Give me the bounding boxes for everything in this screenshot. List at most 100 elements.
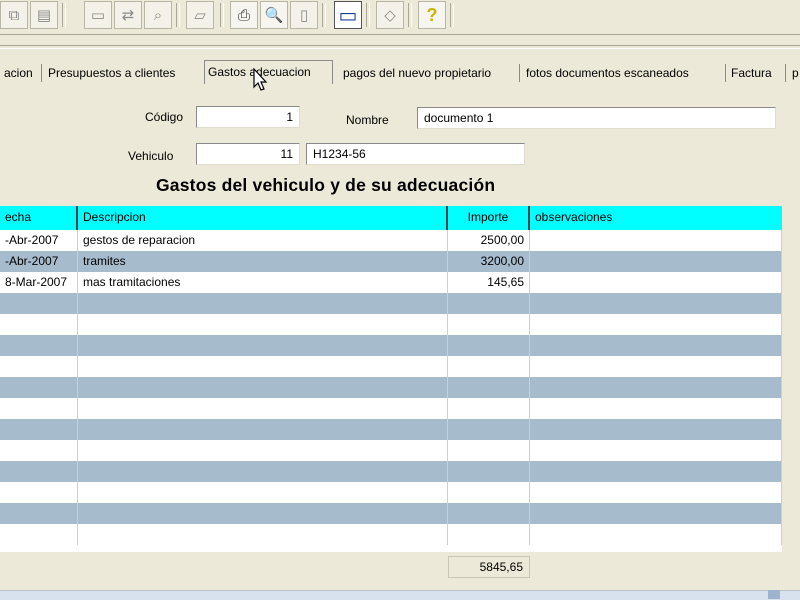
descripcion-cell[interactable] [78,377,448,398]
importe-cell[interactable] [448,482,530,503]
descripcion-cell[interactable] [78,419,448,440]
importe-column-header[interactable]: Importe [448,206,530,230]
observaciones-cell[interactable] [530,398,782,419]
vehiculo-id-field[interactable]: 11 [196,143,300,165]
descripcion-cell[interactable] [78,314,448,335]
print-button[interactable]: ⎙ [230,1,258,29]
observaciones-column-header[interactable]: observaciones [530,206,782,230]
observaciones-cell[interactable] [530,482,782,503]
table-row[interactable] [0,482,782,503]
fecha-cell[interactable]: -Abr-2007 [0,251,78,272]
observaciones-cell[interactable] [530,293,782,314]
observaciones-cell[interactable] [530,356,782,377]
observaciones-cell[interactable] [530,335,782,356]
help-button[interactable]: ? [418,1,446,29]
tab-5[interactable]: Factura [727,62,783,84]
descripcion-cell[interactable] [78,524,448,545]
importe-cell[interactable]: 3200,00 [448,251,530,272]
descripcion-cell[interactable] [78,293,448,314]
descripcion-cell[interactable] [78,461,448,482]
stamp-button[interactable]: ▱ [186,1,214,29]
observaciones-cell[interactable] [530,461,782,482]
table-row[interactable] [0,524,782,545]
search-button[interactable]: ⌕ [144,1,172,29]
table-row[interactable] [0,503,782,524]
descripcion-cell[interactable]: mas tramitaciones [78,272,448,293]
importe-cell[interactable]: 145,65 [448,272,530,293]
fecha-cell[interactable]: 8-Mar-2007 [0,272,78,293]
table-row[interactable] [0,293,782,314]
fecha-cell[interactable] [0,314,78,335]
nombre-field[interactable]: documento 1 [417,107,776,129]
descripcion-cell[interactable] [78,503,448,524]
table-row[interactable] [0,356,782,377]
descripcion-cell[interactable] [78,335,448,356]
observaciones-cell[interactable] [530,440,782,461]
fecha-cell[interactable] [0,461,78,482]
table-row[interactable]: -Abr-2007 gestos de reparacion 2500,00 [0,230,782,251]
importe-cell[interactable] [448,335,530,356]
table-row[interactable] [0,461,782,482]
fecha-cell[interactable] [0,335,78,356]
fecha-cell[interactable] [0,356,78,377]
table-row[interactable]: 8-Mar-2007 mas tramitaciones 145,65 [0,272,782,293]
fecha-cell[interactable]: -Abr-2007 [0,230,78,251]
codigo-field[interactable]: 1 [196,106,300,128]
table-row[interactable] [0,440,782,461]
paste-button[interactable]: ▤ [30,1,58,29]
scroll-right-arrow-icon[interactable] [768,590,780,599]
importe-cell[interactable]: 2500,00 [448,230,530,251]
fecha-cell[interactable] [0,440,78,461]
observaciones-cell[interactable] [530,272,782,293]
descripcion-cell[interactable] [78,440,448,461]
fecha-cell[interactable] [0,482,78,503]
descripcion-cell[interactable]: tramites [78,251,448,272]
fecha-cell[interactable] [0,419,78,440]
importe-cell[interactable] [448,377,530,398]
table-row[interactable] [0,419,782,440]
tab-0[interactable]: acion [0,62,39,84]
importe-cell[interactable] [448,314,530,335]
observaciones-cell[interactable] [530,251,782,272]
importe-cell[interactable] [448,461,530,482]
copy-button[interactable]: ⧉ [0,1,28,29]
observaciones-cell[interactable] [530,419,782,440]
tab-3[interactable]: pagos del nuevo propietario [339,62,517,84]
descripcion-cell[interactable] [78,398,448,419]
window-button[interactable]: ▭ [84,1,112,29]
observaciones-cell[interactable] [530,377,782,398]
importe-cell[interactable] [448,503,530,524]
fecha-column-header[interactable]: echa [0,206,78,230]
importe-cell[interactable] [448,398,530,419]
replace-button[interactable]: ⇄ [114,1,142,29]
eraser-button[interactable]: ◇ [376,1,404,29]
table-row[interactable] [0,335,782,356]
descripcion-column-header[interactable]: Descripcion [78,206,448,230]
observaciones-cell[interactable] [530,503,782,524]
importe-cell[interactable] [448,419,530,440]
tab-1[interactable]: Presupuestos a clientes [44,62,199,84]
monitor-button[interactable]: ▭ [334,1,362,29]
descripcion-cell[interactable]: gestos de reparacion [78,230,448,251]
observaciones-cell[interactable] [530,524,782,545]
fecha-cell[interactable] [0,503,78,524]
table-row[interactable]: -Abr-2007 tramites 3200,00 [0,251,782,272]
print-preview-button[interactable]: 🔍 [260,1,288,29]
page-button[interactable]: ▯ [290,1,318,29]
descripcion-cell[interactable] [78,482,448,503]
descripcion-cell[interactable] [78,356,448,377]
table-row[interactable] [0,314,782,335]
table-row[interactable] [0,377,782,398]
importe-cell[interactable] [448,293,530,314]
observaciones-cell[interactable] [530,314,782,335]
fecha-cell[interactable] [0,398,78,419]
table-row[interactable] [0,398,782,419]
fecha-cell[interactable] [0,377,78,398]
tab-4[interactable]: fotos documentos escaneados [522,62,723,84]
fecha-cell[interactable] [0,293,78,314]
observaciones-cell[interactable] [530,230,782,251]
tab-6[interactable]: p [788,62,800,84]
fecha-cell[interactable] [0,524,78,545]
importe-cell[interactable] [448,440,530,461]
importe-cell[interactable] [448,356,530,377]
